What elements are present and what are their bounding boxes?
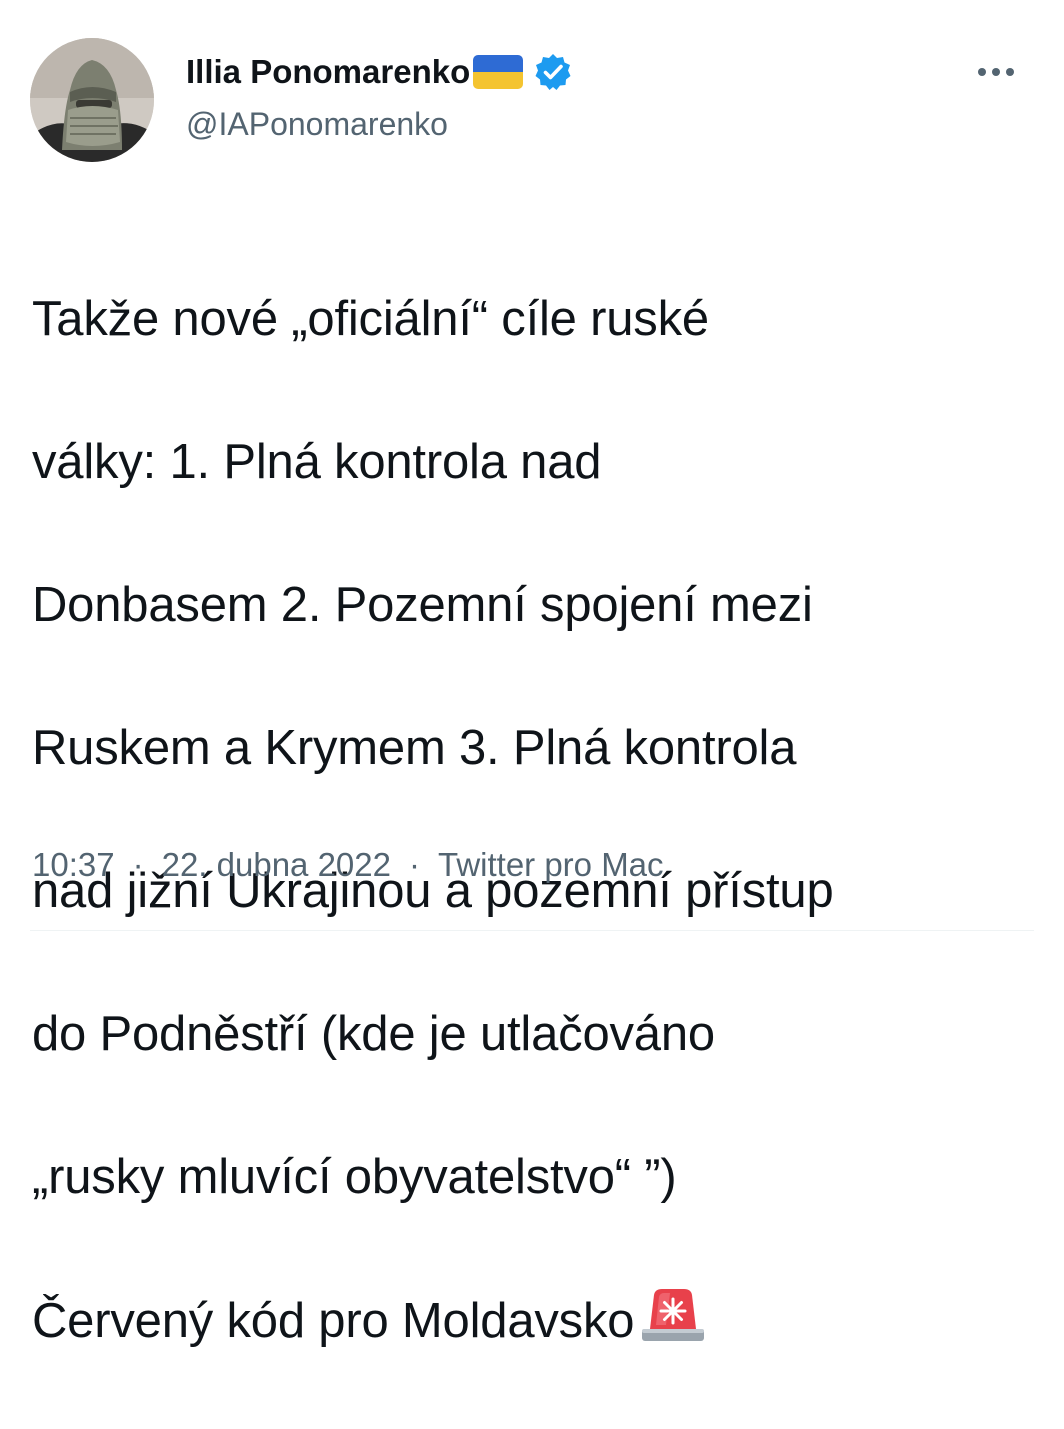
- tweet-line: Takže nové „oficiální“ cíle ruské: [32, 291, 709, 346]
- display-name[interactable]: Illia Ponomarenko: [186, 52, 470, 92]
- tweet-line-last: Červený kód pro Moldavsko: [32, 1285, 1042, 1358]
- avatar[interactable]: [30, 38, 154, 162]
- tweet-time[interactable]: 10:37: [32, 846, 115, 884]
- user-handle[interactable]: @IAPonomarenko: [186, 104, 448, 144]
- police-car-light-icon: [636, 1285, 710, 1345]
- divider: [30, 930, 1034, 931]
- more-options-button[interactable]: [968, 52, 1024, 92]
- meta-separator: ·: [408, 846, 420, 883]
- tweet-line: Donbasem 2. Pozemní spojení mezi: [32, 577, 813, 632]
- tweet-source[interactable]: Twitter pro Mac: [438, 846, 664, 884]
- tweet-line: války: 1. Plná kontrola nad: [32, 434, 602, 489]
- tweet-text: Takže nové „oficiální“ cíle ruské války:…: [32, 212, 1042, 1429]
- meta-separator: ·: [132, 846, 144, 883]
- ukraine-flag-icon: [473, 55, 524, 89]
- tweet-card: Illia Ponomarenko @IAPonomarenko Takže n…: [0, 0, 1064, 1348]
- tweet-line-text: Červený kód pro Moldavsko: [32, 1293, 635, 1348]
- tweet-line: „rusky mluvící obyvatelstvo“ ”): [32, 1149, 677, 1204]
- avatar-image: [30, 38, 154, 162]
- tweet-date[interactable]: 22. dubna 2022: [162, 846, 391, 884]
- tweet-line: do Podněstří (kde je utlačováno: [32, 1006, 715, 1061]
- tweet-line: Ruskem a Krymem 3. Plná kontrola: [32, 720, 797, 775]
- verified-badge-icon: [533, 52, 573, 92]
- author-name-row[interactable]: Illia Ponomarenko: [186, 50, 573, 94]
- tweet-meta: 10:37 · 22. dubna 2022 · Twitter pro Mac: [32, 840, 664, 890]
- more-dots-icon: [978, 68, 1014, 76]
